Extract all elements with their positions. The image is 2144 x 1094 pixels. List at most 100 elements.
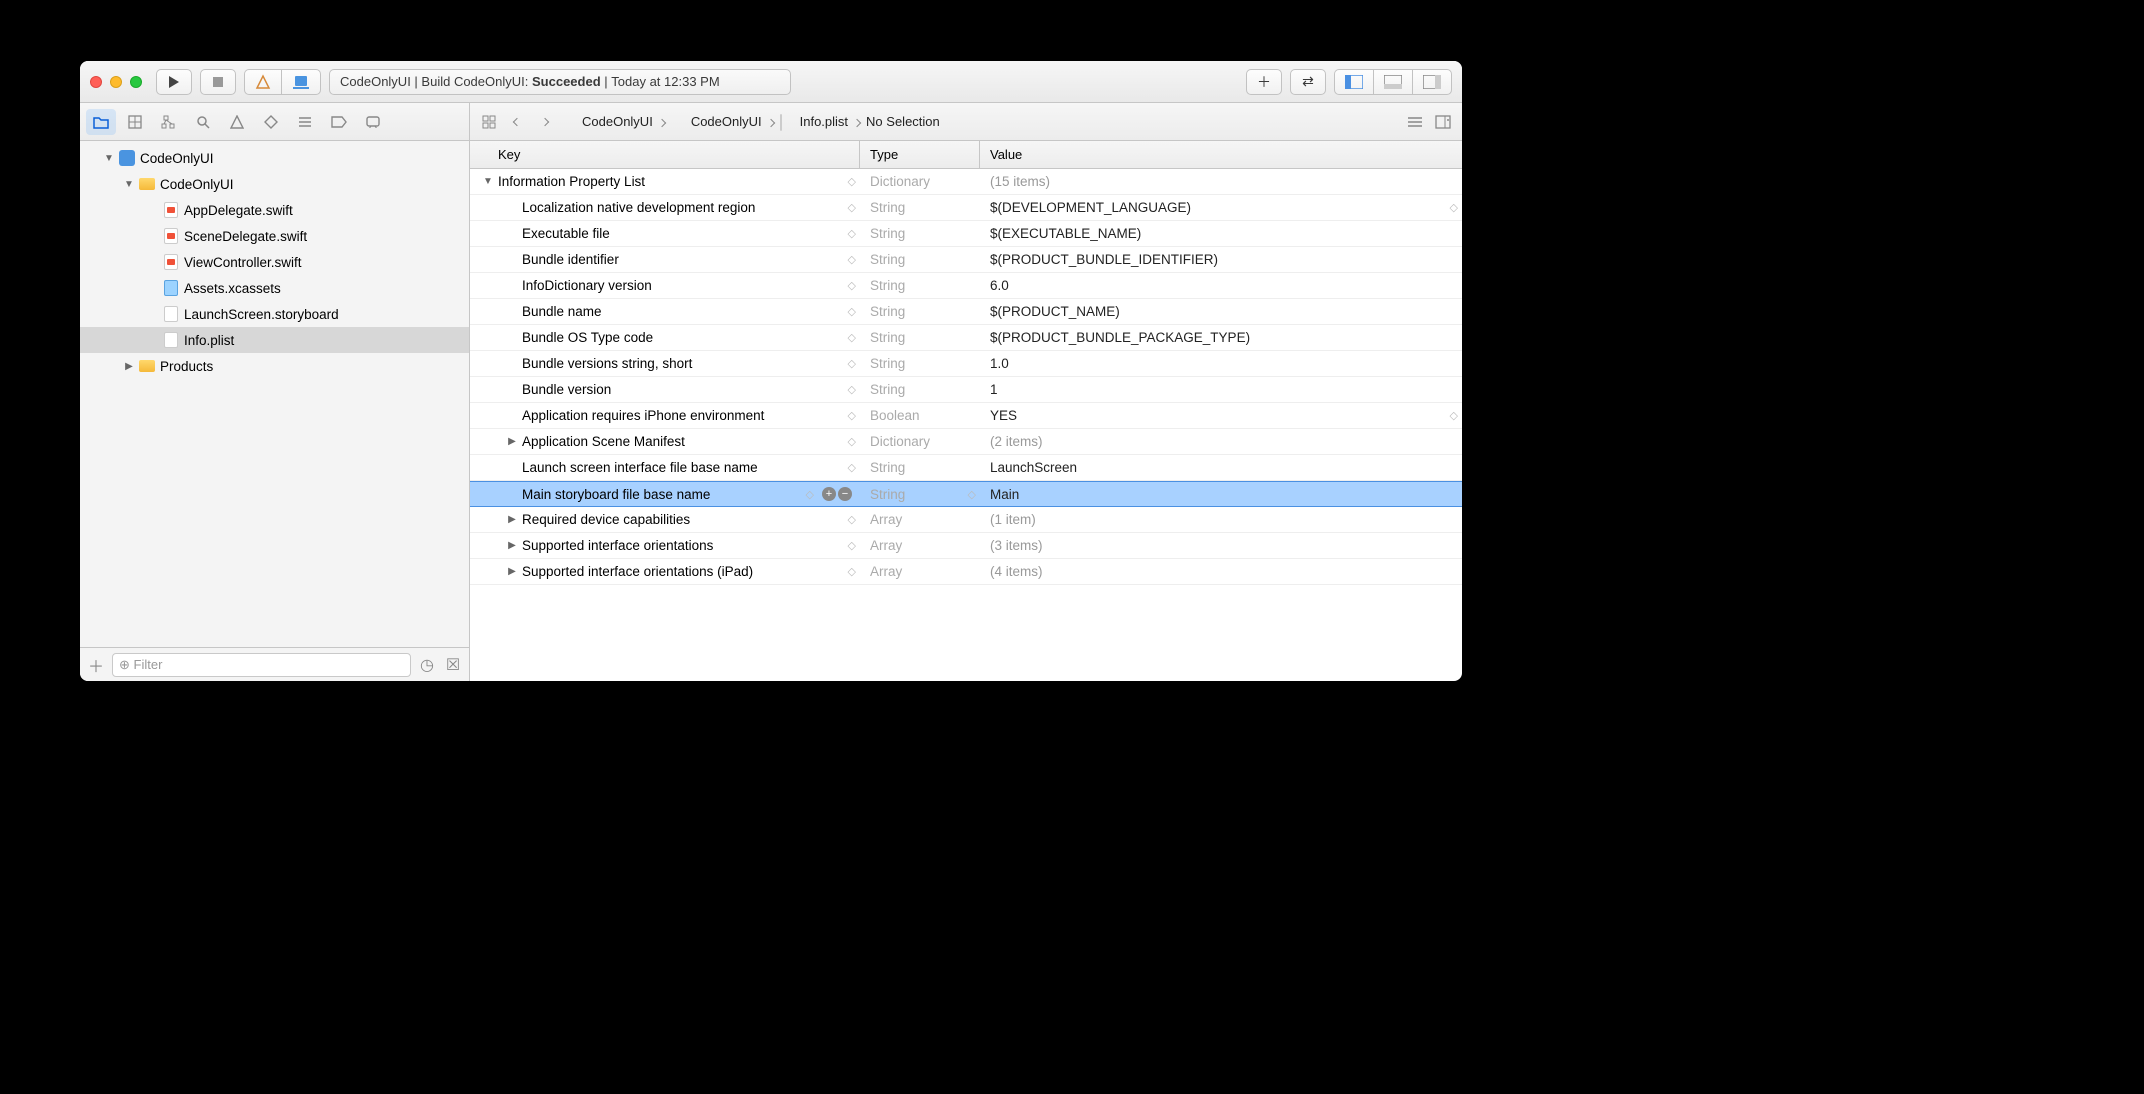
stepper-icon[interactable]: ◇ [806,488,812,501]
stepper-icon[interactable]: ◇ [848,227,854,240]
status-build: Build CodeOnlyUI: [421,74,528,89]
plist-row[interactable]: Main storyboard file base name◇+−String◇… [470,481,1462,507]
stepper-icon[interactable]: ◇ [848,513,854,526]
add-editor-icon[interactable] [1432,111,1454,133]
breakpoint-navigator-icon[interactable] [324,109,354,135]
plist-row[interactable]: InfoDictionary version◇String6.0 [470,273,1462,299]
plist-row[interactable]: ▶Supported interface orientations (iPad)… [470,559,1462,585]
plist-row[interactable]: ▶Required device capabilities◇Array(1 it… [470,507,1462,533]
column-value[interactable]: Value [980,141,1462,168]
back-button[interactable] [506,111,528,133]
issue-navigator-icon[interactable] [222,109,252,135]
crumb-1[interactable]: CodeOnlyUI [691,114,762,129]
debug-navigator-icon[interactable] [290,109,320,135]
tree-file[interactable]: LaunchScreen.storyboard [80,301,469,327]
find-navigator-icon[interactable] [188,109,218,135]
stepper-icon[interactable]: ◇ [848,175,854,188]
chevron-right-icon [541,117,549,125]
tree-file[interactable]: AppDelegate.swift [80,197,469,223]
tree-products[interactable]: ▶Products [80,353,469,379]
stepper-icon[interactable]: ◇ [848,435,854,448]
toggle-inspector[interactable] [1412,69,1452,95]
breadcrumb[interactable]: CodeOnlyUI CodeOnlyUI Info.plist No Sele… [562,114,940,129]
plist-row[interactable]: Launch screen interface file base name◇S… [470,455,1462,481]
zoom-button[interactable] [130,76,142,88]
tree-group[interactable]: ▼CodeOnlyUI [80,171,469,197]
plist-row[interactable]: Localization native development region◇S… [470,195,1462,221]
filter-icon: ⊕ [119,657,130,673]
plist-row[interactable]: Bundle OS Type code◇String$(PRODUCT_BUND… [470,325,1462,351]
activity-status[interactable]: CodeOnlyUI | Build CodeOnlyUI: Succeeded… [329,69,791,95]
toggle-debug[interactable] [1373,69,1412,95]
stepper-icon[interactable]: ◇ [848,565,854,578]
stepper-icon[interactable]: ◇ [848,331,854,344]
remove-icon: − [838,487,852,501]
outline-icon[interactable] [1404,111,1426,133]
stepper-icon[interactable]: ◇ [848,461,854,474]
panel-toggles [1334,69,1452,95]
project-navigator-icon[interactable] [86,109,116,135]
run-button[interactable] [156,69,192,95]
minimize-button[interactable] [110,76,122,88]
plist-row[interactable]: Bundle identifier◇String$(PRODUCT_BUNDLE… [470,247,1462,273]
plist-row[interactable]: Bundle versions string, short◇String1.0 [470,351,1462,377]
chevron-left-icon [513,117,521,125]
stepper-icon[interactable]: ◇ [848,305,854,318]
navigator-selector [80,103,470,140]
add-file-button[interactable]: ＋ [86,653,106,677]
tree-file[interactable]: Info.plist [80,327,469,353]
filter-input[interactable]: ⊕ Filter [112,653,411,677]
plist-columns: Key Type Value [470,141,1462,169]
toggle-navigator[interactable] [1334,69,1373,95]
column-type[interactable]: Type [860,141,980,168]
plist-row[interactable]: ▶Supported interface orientations◇Array(… [470,533,1462,559]
scheme-selector[interactable] [244,69,321,95]
stepper-icon[interactable]: ◇ [848,539,854,552]
crumb-0[interactable]: CodeOnlyUI [582,114,653,129]
plist-row[interactable]: Application requires iPhone environment◇… [470,403,1462,429]
column-key[interactable]: Key [470,141,860,168]
scheme-app-icon[interactable] [244,69,281,95]
plist-row[interactable]: ▶Application Scene Manifest◇Dictionary(2… [470,429,1462,455]
row-actions[interactable]: +− [822,487,852,501]
plist-row[interactable]: Bundle version◇String1 [470,377,1462,403]
tree-file[interactable]: SceneDelegate.swift [80,223,469,249]
library-button[interactable]: ⇄ [1290,69,1326,95]
stepper-icon[interactable]: ◇ [848,409,854,422]
add-button[interactable]: ＋ [1246,69,1282,95]
stepper-icon[interactable]: ◇ [848,357,854,370]
scheme-destination[interactable] [281,69,321,95]
recent-filter-icon[interactable]: ◷ [417,655,437,675]
tree-file[interactable]: ViewController.swift [80,249,469,275]
plist-row[interactable]: Bundle name◇String$(PRODUCT_NAME) [470,299,1462,325]
play-icon [169,76,179,88]
source-control-navigator-icon[interactable] [120,109,150,135]
project-navigator: ▼CodeOnlyUI ▼CodeOnlyUI AppDelegate.swif… [80,141,470,681]
stepper-icon[interactable]: ◇ [848,253,854,266]
crumb-2[interactable]: Info.plist [800,114,848,129]
file-tree[interactable]: ▼CodeOnlyUI ▼CodeOnlyUI AppDelegate.swif… [80,141,469,647]
window-controls [90,76,142,88]
plist-body[interactable]: ▼Information Property List◇ Dictionary (… [470,169,1462,681]
add-icon: + [822,487,836,501]
xcode-window: CodeOnlyUI | Build CodeOnlyUI: Succeeded… [80,61,1462,681]
stepper-icon[interactable]: ◇ [848,201,854,214]
status-project: CodeOnlyUI [340,74,411,89]
forward-button[interactable] [534,111,556,133]
stop-button[interactable] [200,69,236,95]
test-navigator-icon[interactable] [256,109,286,135]
plist-row[interactable]: Executable file◇String$(EXECUTABLE_NAME) [470,221,1462,247]
tree-project[interactable]: ▼CodeOnlyUI [80,145,469,171]
related-items-icon[interactable] [478,111,500,133]
stepper-icon[interactable]: ◇ [848,279,854,292]
close-button[interactable] [90,76,102,88]
tree-file[interactable]: Assets.xcassets [80,275,469,301]
crumb-3[interactable]: No Selection [866,114,940,129]
value-stepper-icon[interactable]: ◇ [1450,201,1456,214]
value-stepper-icon[interactable]: ◇ [1450,409,1456,422]
report-navigator-icon[interactable] [358,109,388,135]
scm-filter-icon[interactable]: ☒ [443,655,463,675]
stepper-icon[interactable]: ◇ [848,383,854,396]
symbol-navigator-icon[interactable] [154,109,184,135]
plist-root[interactable]: ▼Information Property List◇ Dictionary (… [470,169,1462,195]
